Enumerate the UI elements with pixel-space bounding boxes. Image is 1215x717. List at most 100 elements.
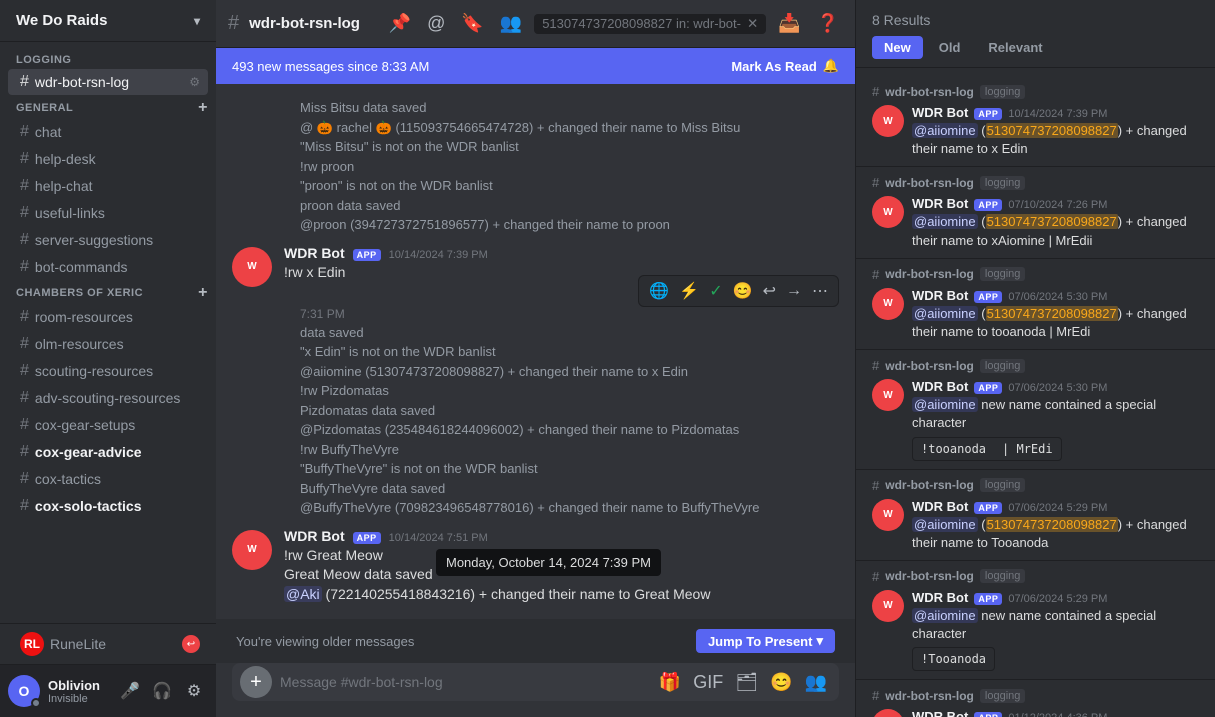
mention[interactable]: @aiiomine bbox=[912, 306, 978, 321]
more-button[interactable]: ⋯ bbox=[808, 279, 832, 303]
slash-button[interactable]: ⚡ bbox=[675, 279, 703, 303]
help-button[interactable]: ❓ bbox=[813, 9, 843, 38]
search-result-item: # wdr-bot-rsn-log logging W WDR Bot APP … bbox=[856, 561, 1215, 680]
channel-item-cox-tactics[interactable]: # cox-tactics bbox=[8, 466, 208, 492]
channel-item-cox-gear-advice[interactable]: # cox-gear-advice bbox=[8, 439, 208, 465]
channel-item-cox-gear-setups[interactable]: # cox-gear-setups bbox=[8, 412, 208, 438]
mention[interactable]: @Aki bbox=[284, 586, 322, 602]
result-content: WDR Bot APP 07/06/2024 5:29 PM @aiiomine… bbox=[912, 499, 1199, 552]
channel-item-chat[interactable]: # chat bbox=[8, 119, 208, 145]
channel-item-wdr-bot-rsn-log[interactable]: # wdr-bot-rsn-log ⚙ bbox=[8, 69, 208, 95]
mention[interactable]: @aiiomine bbox=[912, 608, 978, 623]
system-line: BuffyTheVyre data saved bbox=[300, 479, 823, 499]
hash-icon: # bbox=[872, 267, 879, 282]
channel-name: cox-solo-tactics bbox=[35, 498, 200, 514]
user-avatar: O bbox=[8, 675, 40, 707]
mark-as-read-button[interactable]: Mark As Read 🔔 bbox=[731, 58, 839, 74]
system-line: "Miss Bitsu" is not on the WDR banlist bbox=[300, 137, 740, 157]
server-header[interactable]: We Do Raids ▾ bbox=[0, 0, 216, 42]
checkmark-button[interactable]: ✓ bbox=[705, 279, 726, 303]
gift-button[interactable]: 🎁 bbox=[655, 668, 685, 697]
chat-header: # wdr-bot-rsn-log 📌 @ 🔖 👥 51307473720809… bbox=[216, 0, 855, 48]
channel-item-scouting-resources[interactable]: # scouting-resources bbox=[8, 358, 208, 384]
channel-name: olm-resources bbox=[35, 336, 200, 352]
add-chamber-channel-button[interactable]: + bbox=[198, 285, 208, 301]
mention[interactable]: @proon bbox=[300, 217, 346, 232]
mention[interactable]: @aiiomine bbox=[912, 214, 978, 229]
deafen-button[interactable]: 🎧 bbox=[148, 677, 176, 705]
add-channel-button[interactable]: + bbox=[198, 100, 208, 116]
channel-item-useful-links[interactable]: # useful-links bbox=[8, 200, 208, 226]
user-name: Oblivion bbox=[48, 678, 108, 693]
main-chat: # wdr-bot-rsn-log 📌 @ 🔖 👥 51307473720809… bbox=[216, 0, 855, 717]
tab-new[interactable]: New bbox=[872, 36, 923, 59]
search-close-icon[interactable]: ✕ bbox=[747, 16, 758, 32]
result-time: 07/06/2024 5:30 PM bbox=[1008, 291, 1107, 303]
system-line: Pizdomatas data saved bbox=[300, 401, 823, 421]
channel-name: cox-gear-setups bbox=[35, 417, 200, 433]
channel-item-room-resources[interactable]: # room-resources bbox=[8, 304, 208, 330]
mention-button[interactable]: @ bbox=[423, 9, 449, 38]
result-time: 10/14/2024 7:39 PM bbox=[1008, 108, 1107, 120]
bookmark-button[interactable]: 🔖 bbox=[457, 9, 487, 38]
channel-item-adv-scouting-resources[interactable]: # adv-scouting-resources bbox=[8, 385, 208, 411]
mention[interactable]: @aiiomine bbox=[912, 517, 978, 532]
search-result-item: # wdr-bot-rsn-log logging W WDR Bot APP … bbox=[856, 76, 1215, 167]
members-button[interactable]: 👥 bbox=[496, 9, 526, 38]
pin-button[interactable]: 📌 bbox=[385, 9, 415, 38]
gif-button[interactable]: GIF bbox=[689, 668, 727, 697]
message-text: !rw Great Meow bbox=[284, 546, 839, 566]
tab-relevant[interactable]: Relevant bbox=[976, 36, 1054, 59]
forward-button[interactable]: → bbox=[782, 280, 806, 302]
emoji-button[interactable]: 😊 bbox=[729, 279, 757, 303]
result-header: WDR Bot APP 01/12/2024 4:36 PM bbox=[912, 709, 1199, 717]
mention[interactable]: @BuffyTheVyre bbox=[300, 500, 391, 515]
result-header: WDR Bot APP 07/06/2024 5:30 PM bbox=[912, 288, 1199, 303]
mention[interactable]: @aiiomine bbox=[300, 364, 362, 379]
tab-old[interactable]: Old bbox=[927, 36, 973, 59]
result-message-row: W WDR Bot APP 07/06/2024 5:30 PM @aiiomi… bbox=[872, 288, 1199, 341]
result-header: WDR Bot APP 10/14/2024 7:39 PM bbox=[912, 105, 1199, 120]
result-channel-header: # wdr-bot-rsn-log logging bbox=[872, 358, 1199, 373]
jump-to-present-button[interactable]: Jump To Present ▾ bbox=[696, 629, 835, 653]
channel-item-bot-commands[interactable]: # bot-commands bbox=[8, 254, 208, 280]
system-line: Miss Bitsu data saved bbox=[300, 98, 740, 118]
inbox-button[interactable]: 📥 bbox=[774, 9, 804, 38]
user-settings-button[interactable]: ⚙ bbox=[180, 677, 208, 705]
message-text: Great Meow data saved bbox=[284, 565, 839, 585]
add-attachment-button[interactable]: + bbox=[240, 666, 272, 698]
result-content: WDR Bot APP 01/12/2024 4:36 PM bbox=[912, 709, 1199, 717]
add-people-button[interactable]: 👥 bbox=[801, 668, 831, 697]
sticker-button[interactable]: 🗂 bbox=[731, 668, 762, 697]
translate-button[interactable]: 🌐 bbox=[645, 279, 673, 303]
channel-item-cox-solo-tactics[interactable]: # cox-solo-tactics bbox=[8, 493, 208, 519]
mention[interactable]: @aiiomine bbox=[912, 123, 978, 138]
emoji-picker-button[interactable]: 😊 bbox=[766, 668, 796, 697]
channel-item-olm-resources[interactable]: # olm-resources bbox=[8, 331, 208, 357]
channel-item-help-chat[interactable]: # help-chat bbox=[8, 173, 208, 199]
channel-item-server-suggestions[interactable]: # server-suggestions bbox=[8, 227, 208, 253]
system-line: @aiiomine (513074737208098827) + changed… bbox=[300, 362, 823, 382]
server-chevron-icon: ▾ bbox=[194, 14, 200, 28]
channel-name: wdr-bot-rsn-log bbox=[35, 74, 183, 90]
search-bar[interactable]: 513074737208098827 in: wdr-bot- ✕ bbox=[534, 14, 766, 34]
mention[interactable]: rachel bbox=[337, 120, 372, 135]
system-line: !rw proon bbox=[300, 157, 740, 177]
mute-button[interactable]: 🎤 bbox=[116, 677, 144, 705]
result-channel-header: # wdr-bot-rsn-log logging bbox=[872, 267, 1199, 282]
system-line: !rw Pizdomatas bbox=[300, 381, 823, 401]
channel-item-help-desk[interactable]: # help-desk bbox=[8, 146, 208, 172]
settings-icon[interactable]: ⚙ bbox=[189, 75, 200, 89]
channel-name: room-resources bbox=[35, 309, 200, 325]
hash-icon: # bbox=[872, 569, 879, 584]
runelite-icon: RL bbox=[20, 632, 44, 656]
result-channel-header: # wdr-bot-rsn-log logging bbox=[872, 478, 1199, 493]
result-text: @aiiomine (513074737208098827) + changed… bbox=[912, 305, 1199, 341]
message-input[interactable] bbox=[280, 663, 647, 701]
result-time: 07/06/2024 5:30 PM bbox=[1008, 382, 1107, 394]
mention[interactable]: @aiiomine bbox=[912, 397, 978, 412]
runelite-item[interactable]: RL RuneLite ↩ bbox=[8, 628, 208, 660]
highlight: 513074737208098827 bbox=[986, 517, 1118, 532]
mention[interactable]: @Pizdomatas bbox=[300, 422, 381, 437]
reply-button[interactable]: ↩ bbox=[759, 279, 780, 303]
